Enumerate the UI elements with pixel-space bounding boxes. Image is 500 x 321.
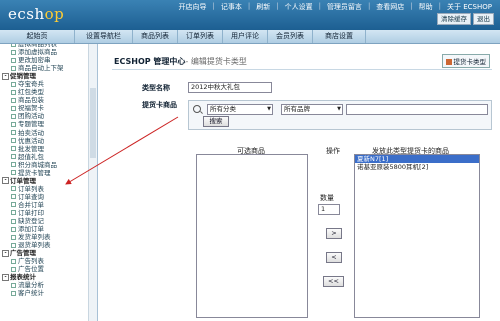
title-bar: ECSHOP 管理中心- 编辑提货卡类型 提货卡类型 (112, 53, 492, 70)
scrollbar-thumb[interactable] (90, 88, 96, 158)
nav-bar: 起始页 设置导航栏 商品列表 订单列表 用户评论 会员列表 商店设置 (0, 30, 500, 44)
card-goods-label: 提货卡商品 (142, 101, 177, 109)
sidebar-item[interactable]: 客户统计 (2, 289, 88, 297)
nav-shop-settings[interactable]: 商店设置 (313, 30, 366, 43)
selected-goods-item[interactable]: 诺基亚原装5800耳机[2] (355, 163, 479, 171)
remove-all-button[interactable]: << (323, 276, 344, 287)
sidebar-item[interactable]: 红包类型 (2, 88, 88, 96)
page-title: ECSHOP 管理中心- 编辑提货卡类型 (114, 57, 247, 66)
top-header: ecshop 开店向导 | 记事本 | 刷新 | 个人设置 | 管理员留言 | 查看网店 |… (0, 0, 500, 30)
sidebar-item[interactable]: 发货单列表 (2, 233, 88, 241)
type-name-label: 类型名称 (142, 84, 170, 92)
sidebar-item[interactable]: 祝福贺卡 (2, 104, 88, 112)
nav-goods-list[interactable]: 商品列表 (133, 30, 178, 43)
clear-cache-button[interactable]: 清除缓存 (437, 13, 471, 25)
sidebar-item[interactable]: 流量分析 (2, 281, 88, 289)
sidebar-menu: 虚拟商品列表 添加虚拟商品 更改加密串 商品自动上下架 - 促销管理 夺宝奇兵 红包类型 商品包… (0, 44, 98, 321)
sidebar-item[interactable]: 添加订单 (2, 225, 88, 233)
sidebar-item[interactable]: 退货单列表 (2, 241, 88, 249)
sidebar-item[interactable]: 批发管理 (2, 145, 88, 153)
sidebar-item[interactable]: 订单查询 (2, 193, 88, 201)
ecshop-logo[interactable]: ecshop (8, 5, 64, 23)
keyword-input[interactable] (346, 104, 488, 115)
sidebar-item[interactable]: 缺货登记 (2, 217, 88, 225)
search-icon (193, 105, 201, 113)
sidebar-group[interactable]: - 报表统计 (2, 273, 88, 281)
sidebar-item[interactable]: 更改加密串 (2, 56, 88, 64)
nav-set-navigation[interactable]: 设置导航栏 (75, 30, 133, 43)
category-select[interactable]: 所有分类 ▼ (207, 104, 273, 115)
collapse-icon[interactable]: - (2, 72, 9, 80)
sidebar-item[interactable]: 团购活动 (2, 112, 88, 120)
sidebar-item[interactable]: 订单列表 (2, 185, 88, 193)
type-name-input[interactable]: 2012中秋大礼包 (188, 82, 272, 93)
sidebar-item[interactable]: 订单打印 (2, 209, 88, 217)
list-icon (445, 59, 452, 65)
nav-user-comments[interactable]: 用户评论 (223, 30, 268, 43)
link-help[interactable]: 帮助 (417, 2, 435, 12)
link-notepad[interactable]: 记事本 (219, 2, 244, 12)
sidebar-group[interactable]: - 订单管理 (2, 177, 88, 185)
sidebar-group[interactable]: - 促销管理 (2, 72, 88, 80)
add-button[interactable]: > (326, 228, 342, 239)
link-personal-settings[interactable]: 个人设置 (283, 2, 315, 12)
main-content: ECSHOP 管理中心- 编辑提货卡类型 提货卡类型 类型名称 2012中秋大礼… (104, 44, 500, 321)
sidebar-item[interactable]: 积分商城商品 (2, 161, 88, 169)
brand-select[interactable]: 所有品牌 ▼ (281, 104, 343, 115)
sidebar-item[interactable]: 合并订单 (2, 201, 88, 209)
top-links: 开店向导 | 记事本 | 刷新 | 个人设置 | 管理员留言 | 查看网店 | 帮助 | 关于… (177, 2, 494, 12)
quantity-input[interactable]: 1 (318, 204, 340, 215)
sidebar-group[interactable]: - 广告管理 (2, 249, 88, 257)
sidebar-list: 虚拟商品列表 添加虚拟商品 更改加密串 商品自动上下架 - 促销管理 夺宝奇兵 红包类型 商品包… (2, 44, 88, 298)
header-buttons: 清除缓存 退出 (437, 13, 494, 25)
link-admin-messages[interactable]: 管理员留言 (325, 2, 364, 12)
selected-goods-list[interactable]: 夏新N7[1] 诺基亚原装5800耳机[2] (354, 154, 480, 318)
link-refresh[interactable]: 刷新 (254, 2, 272, 12)
sidebar-item[interactable]: 专题管理 (2, 120, 88, 128)
sidebar-item[interactable]: 优惠活动 (2, 137, 88, 145)
operation-header: 操作 (326, 147, 340, 155)
sidebar-item[interactable]: 添加虚拟商品 (2, 48, 88, 56)
nav-order-list[interactable]: 订单列表 (178, 30, 223, 43)
collapse-icon[interactable]: - (2, 177, 9, 185)
logout-button[interactable]: 退出 (473, 13, 494, 25)
sidebar-item[interactable]: 拍卖活动 (2, 129, 88, 137)
sidebar-scrollbar[interactable] (88, 44, 97, 321)
sidebar-item[interactable]: 超值礼包 (2, 153, 88, 161)
remove-button[interactable]: < (326, 252, 342, 263)
quantity-label: 数量 (320, 194, 334, 202)
link-about[interactable]: 关于 ECSHOP (445, 2, 494, 12)
link-setup-wizard[interactable]: 开店向导 (177, 2, 209, 12)
sidebar-item[interactable]: 提货卡管理 (2, 169, 88, 177)
card-type-list-button[interactable]: 提货卡类型 (441, 54, 490, 68)
goods-search-panel: 所有分类 ▼ 所有品牌 ▼ 搜索 (188, 100, 492, 130)
collapse-icon[interactable]: - (2, 249, 9, 257)
sidebar-item[interactable]: 商品包装 (2, 96, 88, 104)
nav-start-page[interactable]: 起始页 (0, 30, 75, 43)
sidebar-item[interactable]: 广告列表 (2, 257, 88, 265)
selected-goods-item[interactable]: 夏新N7[1] (355, 155, 479, 163)
search-button[interactable]: 搜索 (203, 116, 229, 127)
sidebar-item[interactable]: 夺宝奇兵 (2, 80, 88, 88)
nav-member-list[interactable]: 会员列表 (268, 30, 313, 43)
collapse-icon[interactable]: - (2, 273, 9, 281)
available-goods-list[interactable] (196, 154, 308, 318)
link-view-shop[interactable]: 查看网店 (374, 2, 406, 12)
sidebar-item[interactable]: 商品自动上下架 (2, 64, 88, 72)
